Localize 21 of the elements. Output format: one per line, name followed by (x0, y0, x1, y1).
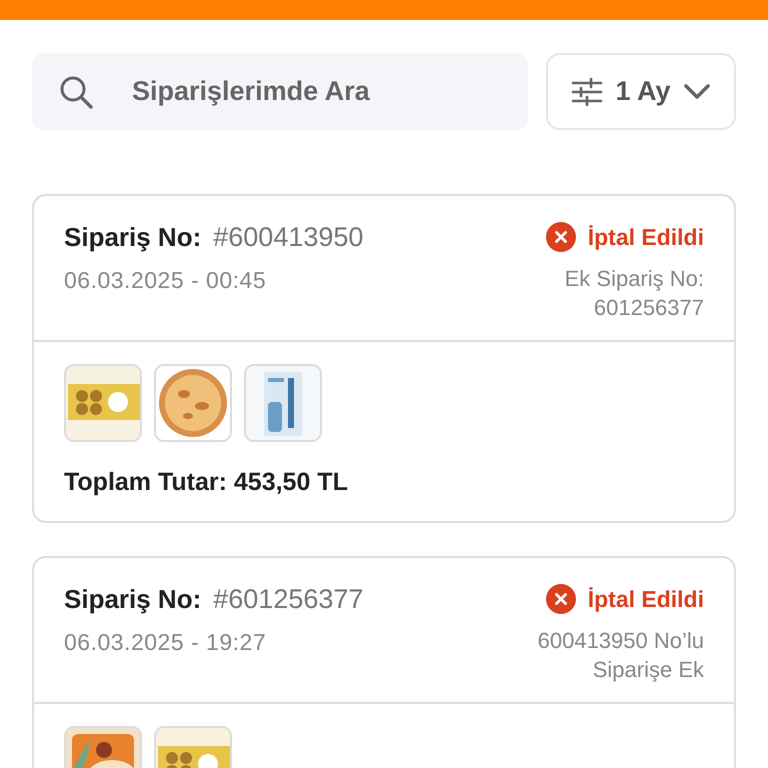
order-date: 06.03.2025 - 19:27 (64, 629, 268, 656)
linked-order-note: 601256377 (594, 294, 704, 322)
order-label: Sipariş No: (64, 584, 202, 615)
status-label: İptal Edildi (588, 224, 704, 250)
order-number: #600413950 (213, 222, 364, 253)
linked-order-note: Siparişe Ek (592, 656, 704, 684)
filter-button[interactable]: 1 Ay (546, 53, 736, 130)
order-date: 06.03.2025 - 00:45 (64, 267, 268, 294)
order-card[interactable]: Sipariş No: #601256377 06.03.2025 - 19:27 İptal Edildi 600413950 No’lu Siparişe Ek (32, 556, 736, 768)
cross-circle-icon (546, 222, 576, 252)
chevron-down-icon (682, 82, 711, 100)
order-number: #601256377 (213, 584, 364, 615)
cross-circle-icon (546, 584, 576, 614)
linked-order-note: Ek Sipariş No: (564, 265, 704, 293)
search-field[interactable]: Siparişlerimde Ara (32, 53, 528, 130)
linked-order-note: 600413950 No’lu (538, 627, 704, 655)
order-total: Toplam Tutar: 453,50 TL (64, 468, 349, 497)
order-card[interactable]: Sipariş No: #600413950 06.03.2025 - 00:45 İptal Edildi Ek Sipariş No: 601256377 Toplam Tutar: 453,50 TL (32, 194, 736, 523)
sliders-icon (571, 78, 604, 106)
order-label: Sipariş No: (64, 222, 202, 253)
status-label: İptal Edildi (588, 586, 704, 612)
